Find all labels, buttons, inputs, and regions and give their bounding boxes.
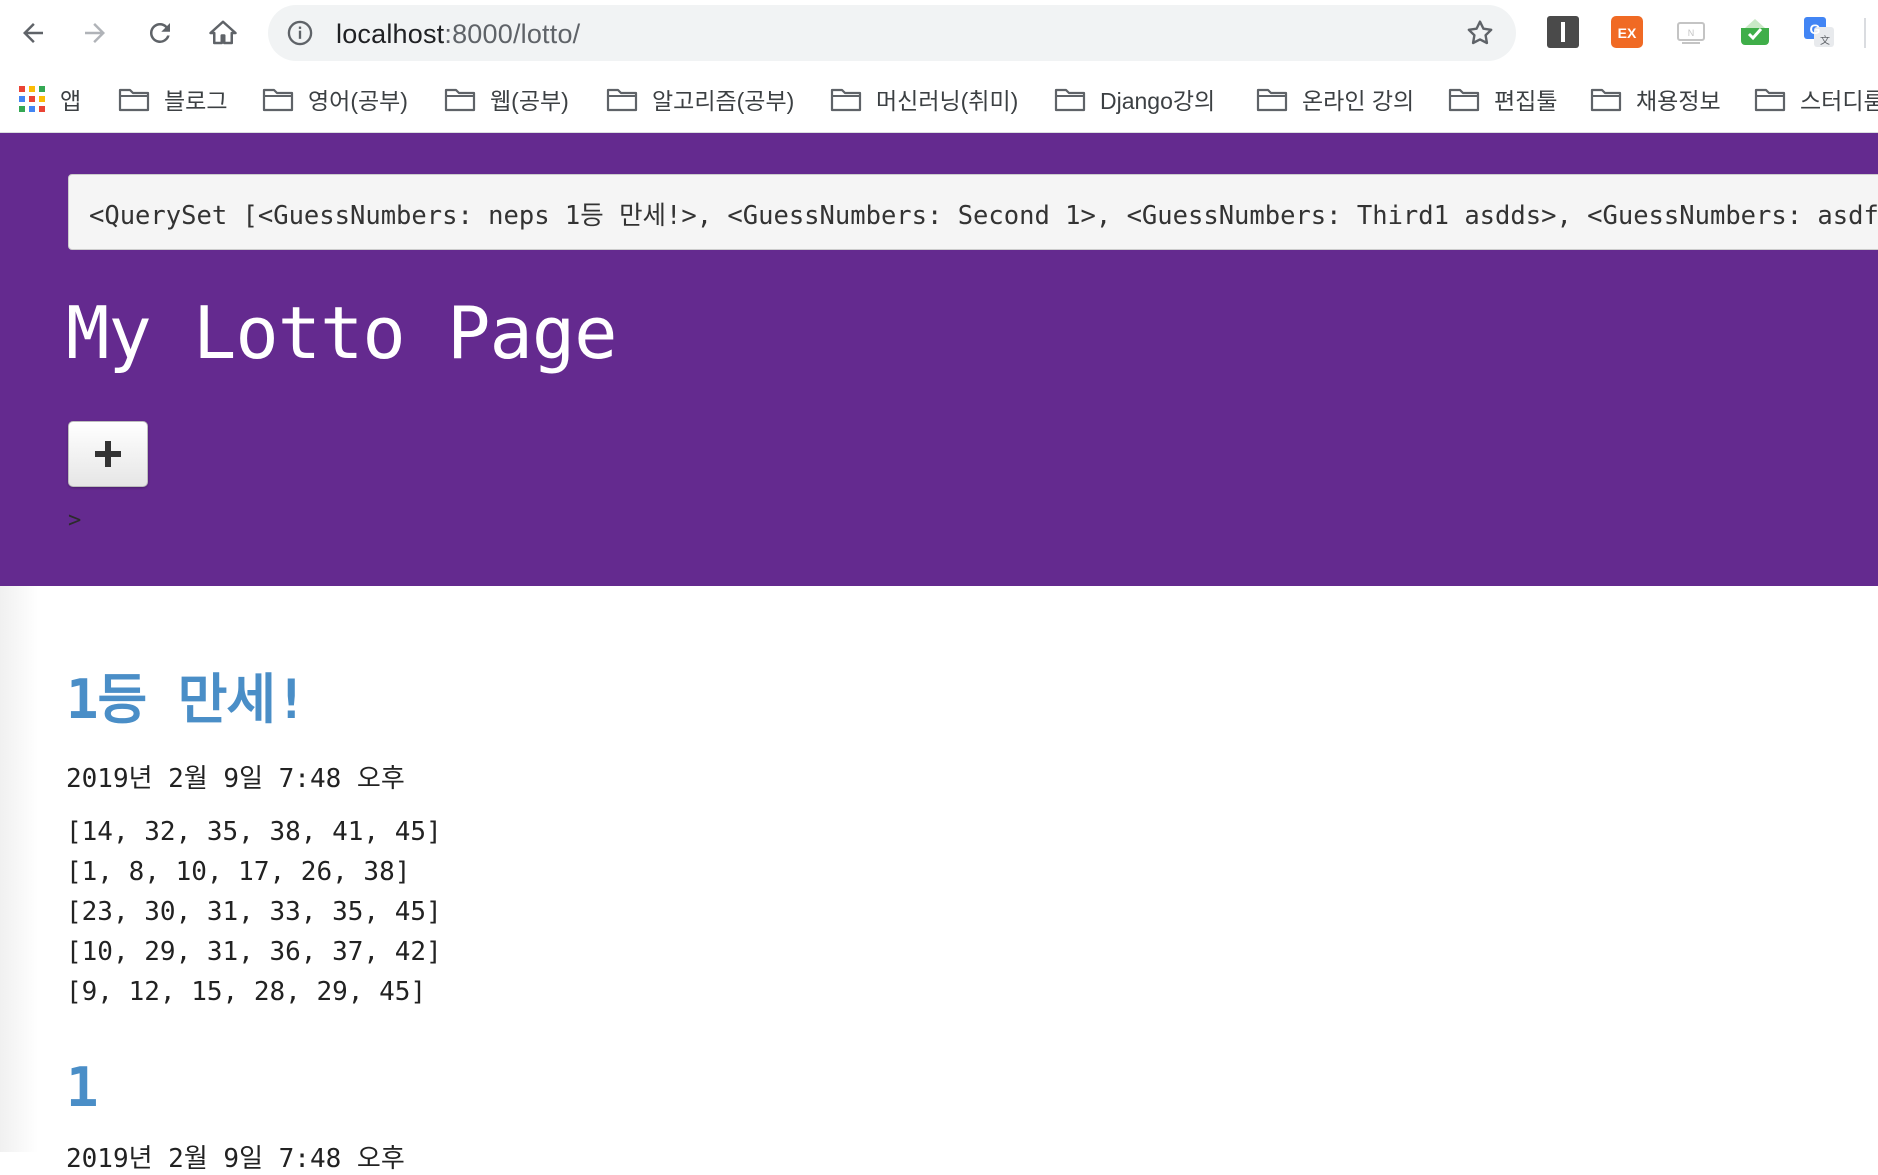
apps-grid-icon xyxy=(19,86,45,112)
page-title: My Lotto Page xyxy=(66,291,618,375)
folder-icon xyxy=(1754,88,1786,112)
folder-icon xyxy=(606,88,638,112)
back-arrow-icon xyxy=(23,23,43,43)
forward-arrow-icon xyxy=(85,23,105,43)
lotto-numbers: [23, 30, 31, 33, 35, 45] xyxy=(66,897,442,927)
bookmarks-bar: 앱 블로그 영어(공부) 웹(공부) 알고리즘(공부) 머신러닝(취미) Dja… xyxy=(0,66,1878,133)
extension-ex-icon[interactable]: EX xyxy=(1610,15,1644,49)
bookmark-star-icon[interactable] xyxy=(1464,17,1496,49)
entry-title[interactable]: 1 xyxy=(66,1056,99,1120)
home-button[interactable] xyxy=(200,10,246,56)
bookmark-apps[interactable]: 앱 xyxy=(18,80,81,118)
folder-icon xyxy=(1448,88,1480,112)
info-icon[interactable] xyxy=(286,19,314,47)
bookmark-label: 웹(공부) xyxy=(490,88,569,114)
url-host: localhost xyxy=(336,19,445,49)
svg-text:N: N xyxy=(1688,28,1695,38)
folder-icon xyxy=(830,88,862,112)
bookmark-label: 블로그 xyxy=(164,88,228,114)
toolbar-divider xyxy=(1864,18,1866,48)
bookmark-folder[interactable]: 웹(공부) xyxy=(444,80,569,118)
bookmark-label: 머신러닝(취미) xyxy=(876,88,1019,114)
bookmark-folder[interactable]: Django강의 xyxy=(1054,80,1215,118)
extension-i-icon[interactable] xyxy=(1546,15,1580,49)
entry-date: 2019년 2월 9일 7:48 오후 xyxy=(66,1144,405,1174)
entry-date: 2019년 2월 9일 7:48 오후 xyxy=(66,764,405,794)
svg-text:文: 文 xyxy=(1820,34,1830,47)
entry-title[interactable]: 1등 만세! xyxy=(66,668,308,732)
url-path: :8000/lotto/ xyxy=(444,19,581,49)
browser-toolbar: localhost:8000/lotto/ EX N G文 xyxy=(0,0,1878,66)
bookmark-label: Django강의 xyxy=(1100,88,1216,114)
bookmark-label: 온라인 강의 xyxy=(1302,88,1415,114)
bookmark-folder[interactable]: 영어(공부) xyxy=(262,80,408,118)
address-bar[interactable]: localhost:8000/lotto/ xyxy=(268,5,1516,61)
folder-icon xyxy=(1590,88,1622,112)
folder-icon xyxy=(444,88,476,112)
lotto-numbers: [10, 29, 31, 36, 37, 42] xyxy=(66,937,442,967)
extension-check-icon[interactable] xyxy=(1738,15,1772,49)
bookmark-label: 알고리즘(공부) xyxy=(652,88,795,114)
bookmark-label: 편집툴 xyxy=(1494,88,1558,114)
lotto-numbers: [9, 12, 15, 28, 29, 45] xyxy=(66,977,427,1007)
queryset-debug-box: <QuerySet [<GuessNumbers: neps 1등 만세!>, … xyxy=(68,174,1878,250)
bookmark-folder[interactable]: 스터디룸 xyxy=(1754,80,1878,118)
reload-icon xyxy=(149,22,170,43)
back-button[interactable] xyxy=(10,10,56,56)
folder-icon xyxy=(118,88,150,112)
bookmark-folder[interactable]: 온라인 강의 xyxy=(1256,80,1414,118)
stray-caret-text: > xyxy=(68,508,82,533)
reload-button[interactable] xyxy=(137,10,183,56)
svg-text:EX: EX xyxy=(1618,25,1637,41)
bookmark-folder[interactable]: 블로그 xyxy=(118,80,227,118)
bookmark-label: 영어(공부) xyxy=(308,88,408,114)
plus-icon xyxy=(95,441,121,467)
bookmark-label: 스터디룸 xyxy=(1800,88,1878,114)
svg-text:G: G xyxy=(1810,21,1821,37)
folder-icon xyxy=(1256,88,1288,112)
left-edge-shade xyxy=(0,586,38,1152)
forward-button[interactable] xyxy=(72,10,118,56)
home-icon xyxy=(209,20,237,45)
bookmark-folder[interactable]: 머신러닝(취미) xyxy=(830,80,1018,118)
url-text[interactable]: localhost:8000/lotto/ xyxy=(336,19,580,49)
folder-icon xyxy=(262,88,294,112)
bookmark-label: 채용정보 xyxy=(1636,88,1721,114)
bookmark-folder[interactable]: 채용정보 xyxy=(1590,80,1721,118)
add-lotto-button[interactable] xyxy=(68,421,148,487)
lotto-numbers: [1, 8, 10, 17, 26, 38] xyxy=(66,857,411,887)
bookmark-folder[interactable]: 알고리즘(공부) xyxy=(606,80,794,118)
google-translate-icon[interactable]: G文 xyxy=(1802,15,1836,49)
queryset-text: <QuerySet [<GuessNumbers: neps 1등 만세!>, … xyxy=(89,201,1878,231)
bookmark-folder[interactable]: 편집툴 xyxy=(1448,80,1557,118)
extension-n-icon[interactable]: N xyxy=(1674,15,1708,49)
lotto-number-list: [14, 32, 35, 38, 41, 45] [1, 8, 10, 17, … xyxy=(66,812,442,1012)
folder-icon xyxy=(1054,88,1086,112)
bookmark-label: 앱 xyxy=(60,88,82,114)
lotto-numbers: [14, 32, 35, 38, 41, 45] xyxy=(66,817,442,847)
